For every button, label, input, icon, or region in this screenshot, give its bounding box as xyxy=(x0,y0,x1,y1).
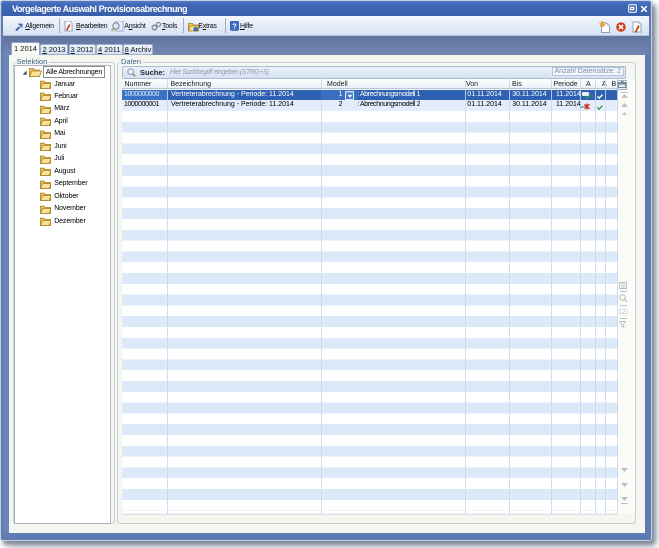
svg-text:123: 123 xyxy=(618,309,628,315)
svg-text:?: ? xyxy=(232,22,237,31)
svg-text:!: ! xyxy=(624,324,625,328)
